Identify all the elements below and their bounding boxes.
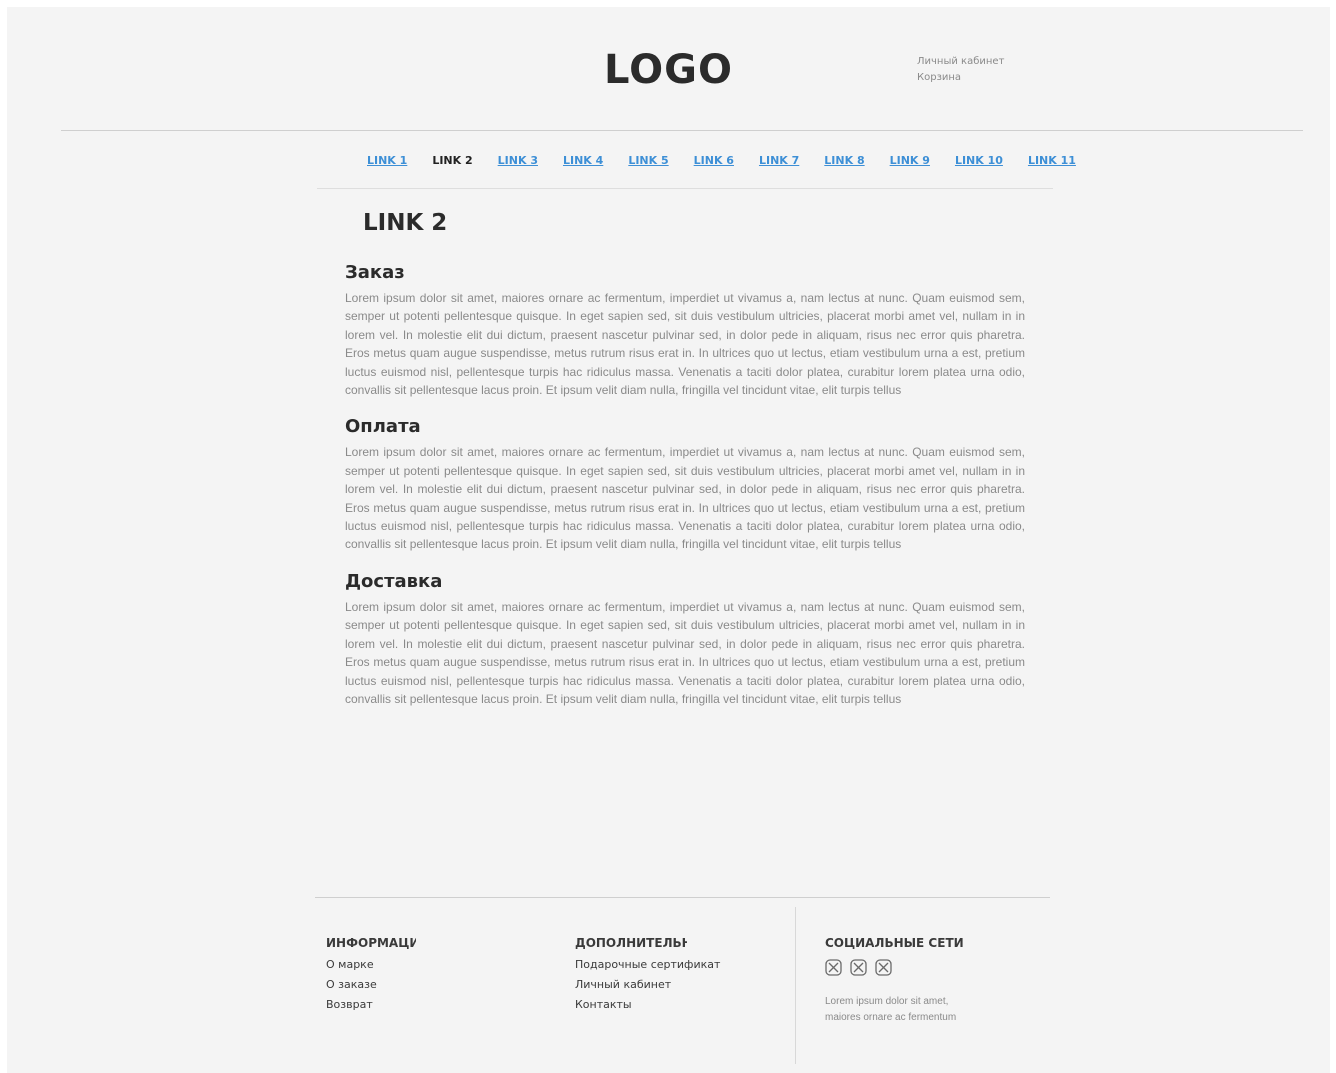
section-delivery: Доставка Lorem ipsum dolor sit amet, mai… <box>345 571 1025 708</box>
section-heading: Доставка <box>345 570 443 592</box>
footer-link-returns[interactable]: Возврат <box>326 995 416 1015</box>
footer-heading: СОЦИАЛЬНЫЕ СЕТИ <box>825 936 964 950</box>
footer-extra-column: ДОПОЛНИТЕЛЬНО Подарочные сертификаты Лич… <box>575 933 721 1015</box>
nav-link-2-active[interactable]: LINK 2 <box>432 154 472 167</box>
footer-social-text: Lorem ipsum dolor sit amet, maiores orna… <box>825 996 957 1023</box>
footer-info-column: ИНФОРМАЦИЯ О марке О заказе Возврат <box>326 933 416 1015</box>
nav-link-3[interactable]: LINK 3 <box>498 154 538 167</box>
page: LOGO Личный кабинет Корзина LINK 1 LINK … <box>7 7 1330 1073</box>
section-heading: Заказ <box>345 262 405 283</box>
footer-divider <box>315 897 1050 898</box>
social-icons <box>825 959 1025 976</box>
nav-divider <box>317 188 1053 189</box>
footer-link-contacts[interactable]: Контакты <box>575 995 721 1015</box>
social-icon-1[interactable] <box>825 959 842 976</box>
footer-link-about-order[interactable]: О заказе <box>326 975 416 995</box>
nav-link-10[interactable]: LINK 10 <box>955 154 1003 167</box>
nav-link-9[interactable]: LINK 9 <box>890 154 930 167</box>
footer-social-column: СОЦИАЛЬНЫЕ СЕТИ Lorem ipsum dolor sit am… <box>825 933 1025 1026</box>
section-text: Lorem ipsum dolor sit amet, maiores orna… <box>345 291 1025 398</box>
section-payment: Оплата Lorem ipsum dolor sit amet, maior… <box>345 416 1025 553</box>
logo[interactable]: LOGO <box>7 47 1330 93</box>
footer-link-about-brand[interactable]: О марке <box>326 955 416 975</box>
cart-link[interactable]: Корзина <box>917 70 1004 86</box>
footer-heading: ДОПОЛНИТЕЛЬНО <box>575 936 687 950</box>
account-links: Личный кабинет Корзина <box>917 54 1004 86</box>
footer-vertical-divider <box>795 907 796 1064</box>
social-icon-2[interactable] <box>850 959 867 976</box>
footer-link-gift-cards[interactable]: Подарочные сертификаты <box>575 955 721 975</box>
section-text: Lorem ipsum dolor sit amet, maiores orna… <box>345 599 1025 706</box>
section-heading: Оплата <box>345 416 421 438</box>
footer-heading: ИНФОРМАЦИЯ <box>326 936 416 950</box>
footer-link-account[interactable]: Личный кабинет <box>575 975 721 995</box>
main-content: Заказ Lorem ipsum dolor sit amet, maiore… <box>345 262 1025 725</box>
social-icon-3[interactable] <box>875 959 892 976</box>
nav-link-4[interactable]: LINK 4 <box>563 154 603 167</box>
section-text: Lorem ipsum dolor sit amet, maiores orna… <box>345 445 1025 552</box>
page-title: LINK 2 <box>363 210 448 236</box>
nav-link-8[interactable]: LINK 8 <box>824 154 864 167</box>
nav-link-6[interactable]: LINK 6 <box>694 154 734 167</box>
section-order: Заказ Lorem ipsum dolor sit amet, maiore… <box>345 262 1025 399</box>
nav-link-7[interactable]: LINK 7 <box>759 154 799 167</box>
main-nav: LINK 1 LINK 2 LINK 3 LINK 4 LINK 5 LINK … <box>367 154 1076 167</box>
nav-link-11[interactable]: LINK 11 <box>1028 154 1076 167</box>
account-link[interactable]: Личный кабинет <box>917 54 1004 70</box>
nav-link-5[interactable]: LINK 5 <box>628 154 668 167</box>
header-divider <box>61 130 1303 131</box>
nav-link-1[interactable]: LINK 1 <box>367 154 407 167</box>
